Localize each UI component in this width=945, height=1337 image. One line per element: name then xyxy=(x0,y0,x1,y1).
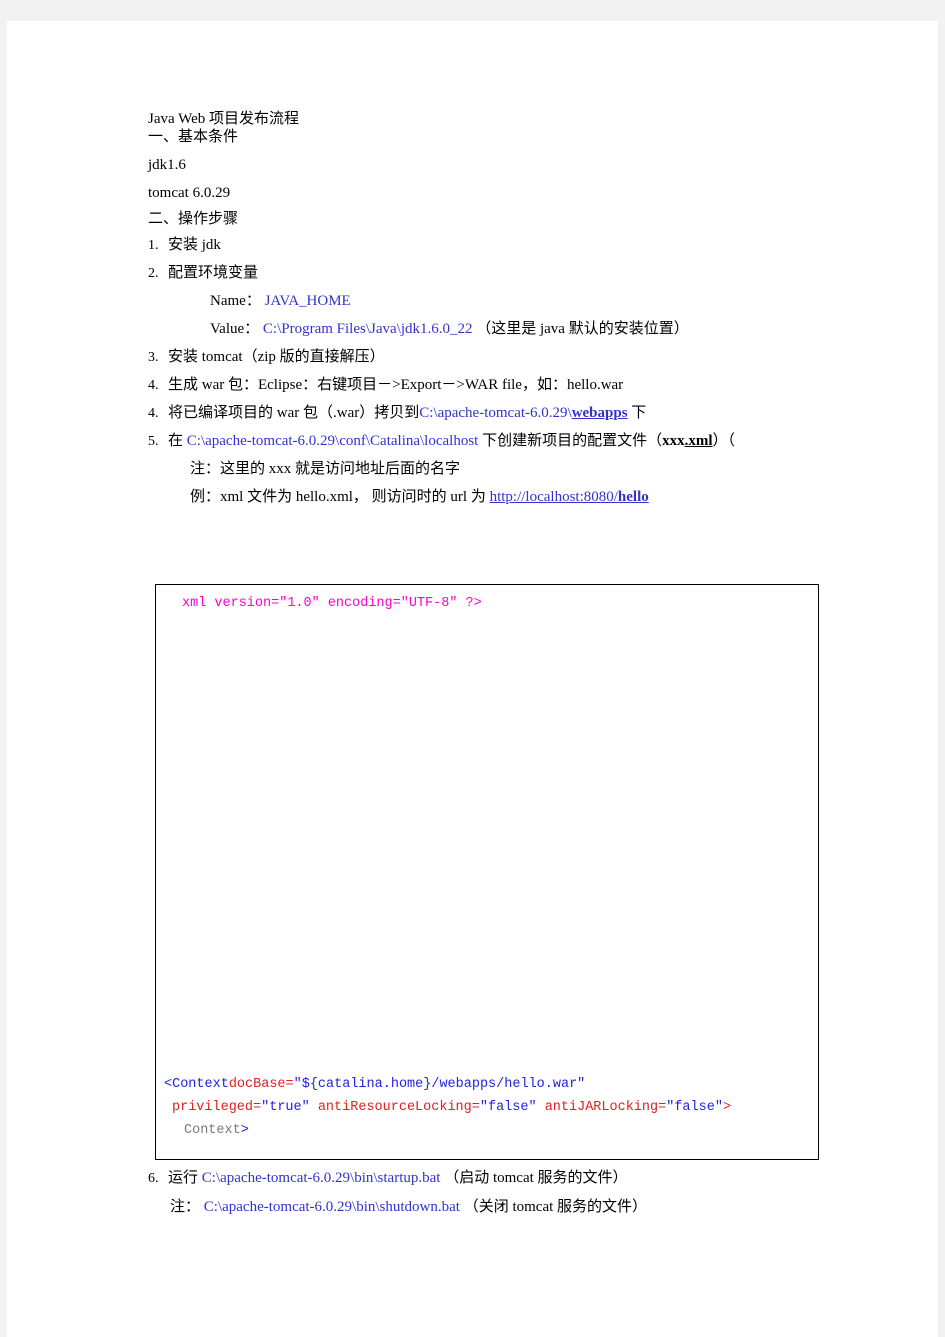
note-text: 这里的 xxx 就是访问地址后面的名字 xyxy=(220,461,461,477)
xml-context-line-2: privileged="true" antiResourceLocking="f… xyxy=(164,1098,731,1119)
antijarlocking-attr-value: "false" xyxy=(666,1100,723,1116)
document-footer-steps: 6. 运行 C:\apache-tomcat-6.0.29\bin\startup… xyxy=(148,1171,848,1229)
env-value-note: （这里是 java 默认的安装位置） xyxy=(476,321,689,337)
context-close-tag-bracket: > xyxy=(240,1123,249,1139)
env-value-row: Value： C:\Program Files\Java\jdk1.6.0_22… xyxy=(148,322,848,337)
env-value-label: Value： xyxy=(210,321,260,337)
docbase-attr-value: "${catalina.home}/webapps/hello.war" xyxy=(293,1077,586,1093)
step-5-text: 在 xyxy=(168,433,184,449)
requirement-tomcat: tomcat 6.0.29 xyxy=(148,185,231,201)
step-6-number: 6. xyxy=(148,1171,159,1186)
step-3-number: 3. xyxy=(148,350,159,365)
xml-context-line-3: Context> xyxy=(164,1121,731,1142)
step-2-text: 配置环境变量 xyxy=(168,265,259,281)
shutdown-row: 注： C:\apache-tomcat-6.0.29\bin\shutdown.… xyxy=(148,1200,848,1215)
antijarlocking-attr-name: antiJARLocking= xyxy=(536,1100,667,1116)
xml-declaration-line: xml version="1.0" encoding="UTF-8" ?> xyxy=(182,594,482,615)
example-label: 例： xyxy=(190,489,221,505)
shutdown-label: 注： xyxy=(170,1199,201,1215)
step-6-text: 运行 xyxy=(168,1170,199,1186)
antiresourcelocking-attr-value: "false" xyxy=(479,1100,537,1116)
step-3-text: 安装 tomcat（zip 版的直接解压） xyxy=(168,349,385,365)
step-4-copy-number: 4. xyxy=(148,406,159,421)
section-heading-1: 一、基本条件 xyxy=(148,129,239,145)
document-page: Java Web 项目发布流程 一、基本条件 jdk1.6 tomcat 6.0… xyxy=(7,21,938,1337)
catalina-localhost-path: C:\apache-tomcat-6.0.29\conf\Catalina\lo… xyxy=(186,433,479,449)
example-url-bold[interactable]: hello xyxy=(618,489,649,505)
webapps-suffix: 下 xyxy=(631,405,647,421)
xml-context-line-1: <ContextdocBase="${catalina.home}/webapp… xyxy=(164,1075,731,1096)
section-heading-2: 二、操作步骤 xyxy=(148,211,239,227)
shutdown-bat-path: C:\apache-tomcat-6.0.29\bin\shutdown.bat xyxy=(203,1199,460,1215)
xml-declaration-text: xml version="1.0" encoding="UTF-8" ?> xyxy=(182,596,482,611)
webapps-path-prefix: C:\apache-tomcat-6.0.29\ xyxy=(419,405,572,421)
privileged-attr-name: privileged= xyxy=(172,1100,262,1116)
document-body: Java Web 项目发布流程 一、基本条件 jdk1.6 tomcat 6.0… xyxy=(148,112,848,505)
step-1: 1. 安装 jdk xyxy=(148,238,848,253)
step-3: 3. 安装 tomcat（zip 版的直接解压） xyxy=(148,350,848,365)
startup-bat-path: C:\apache-tomcat-6.0.29\bin\startup.bat xyxy=(201,1170,441,1186)
step-2-number: 2. xyxy=(148,266,159,281)
requirement-jdk: jdk1.6 xyxy=(148,157,186,173)
example-url-plain[interactable]: http://localhost:8080/ xyxy=(490,489,618,505)
env-name-value: JAVA_HOME xyxy=(264,293,351,309)
xml-file-plain: xxx xyxy=(662,433,685,449)
step-4-war: 4. 生成 war 包：Eclipse：右键项目－>Export－>WAR fil… xyxy=(148,378,848,393)
docbase-attr-name: docBase= xyxy=(228,1077,294,1093)
step-2: 2. 配置环境变量 xyxy=(148,266,848,281)
step-4-war-number: 4. xyxy=(148,378,159,393)
step-5-number: 5. xyxy=(148,434,159,449)
document-title: Java Web 项目发布流程 xyxy=(148,111,299,127)
startup-note: （启动 tomcat 服务的文件） xyxy=(444,1170,628,1186)
antiresourcelocking-attr-name: antiResourceLocking= xyxy=(309,1100,480,1116)
context-open-tag-close: > xyxy=(722,1100,732,1116)
step-4-copy: 4. 将已编译项目的 war 包（.war）拷贝到C:\apache-tomcat… xyxy=(148,406,848,421)
step-6-startup: 6. 运行 C:\apache-tomcat-6.0.29\bin\startup… xyxy=(148,1171,848,1186)
xml-code-box: xml version="1.0" encoding="UTF-8" ?> <C… xyxy=(155,584,819,1160)
env-name-label: Name： xyxy=(210,293,261,309)
step-1-number: 1. xyxy=(148,238,159,253)
step-5-end-text: ）（ xyxy=(712,433,736,449)
step-4-copy-text: 将已编译项目的 war 包（.war）拷贝到 xyxy=(168,405,420,421)
example-row: 例：xml 文件为 hello.xml， 则访问时的 url 为 http://… xyxy=(148,490,848,505)
note-label: 注： xyxy=(190,461,221,477)
webapps-path-bold: webapps xyxy=(571,405,628,421)
privileged-attr-value: "true" xyxy=(261,1100,310,1116)
step-1-text: 安装 jdk xyxy=(168,237,221,253)
step-4-war-text: 生成 war 包：Eclipse：右键项目－>Export－>WAR file，… xyxy=(168,377,624,393)
context-close-tag-name: Context xyxy=(184,1123,241,1139)
step-5-mid-text: 下创建新项目的配置文件（ xyxy=(482,433,663,449)
env-name-row: Name： JAVA_HOME xyxy=(148,294,848,309)
xml-file-ext: .xml xyxy=(684,433,713,449)
note-row: 注：这里的 xxx 就是访问地址后面的名字 xyxy=(148,462,848,477)
context-open-tag: <Context xyxy=(164,1077,229,1093)
xml-context-block: <ContextdocBase="${catalina.home}/webapp… xyxy=(164,1075,731,1144)
env-value-path: C:\Program Files\Java\jdk1.6.0_22 xyxy=(262,321,473,337)
step-5-config: 5. 在 C:\apache-tomcat-6.0.29\conf\Catalin… xyxy=(148,434,848,449)
example-text: xml 文件为 hello.xml， 则访问时的 url 为 xyxy=(220,489,486,505)
shutdown-note: （关闭 tomcat 服务的文件） xyxy=(463,1199,648,1215)
